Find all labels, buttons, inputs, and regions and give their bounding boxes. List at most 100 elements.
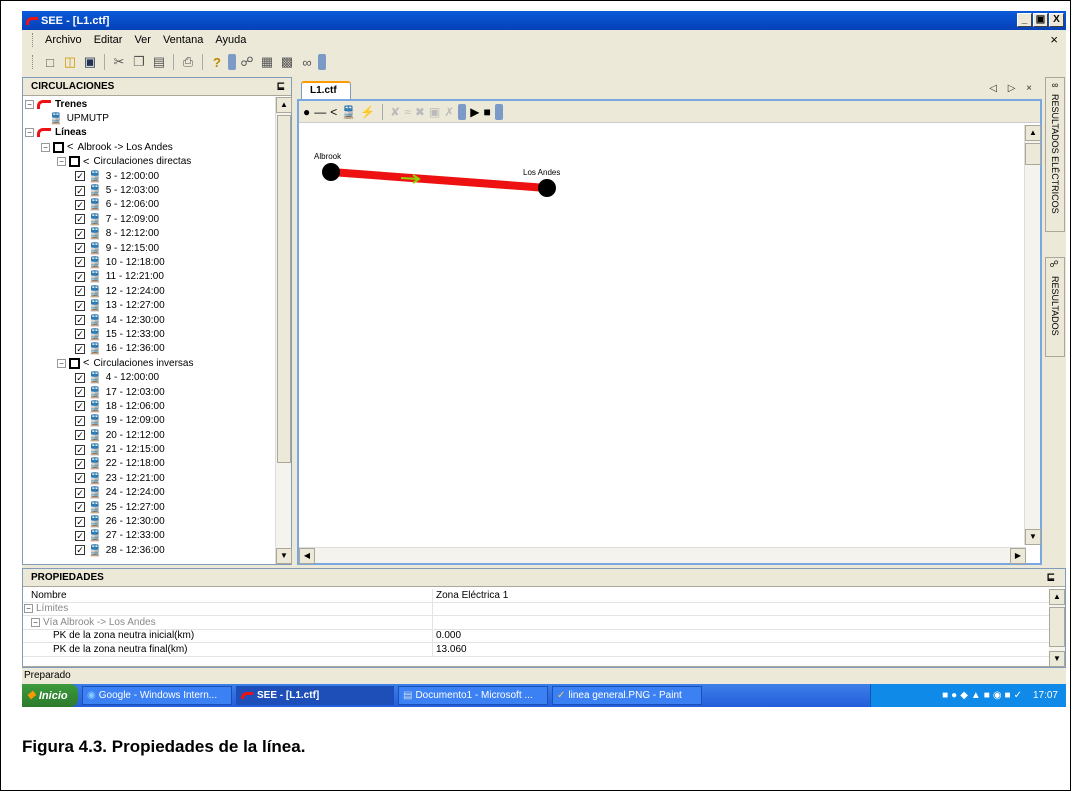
pin-icon[interactable]: ⊑ xyxy=(1047,572,1055,583)
tab-resultados[interactable]: ☍ RESULTADOS xyxy=(1045,257,1065,357)
circulation-item[interactable]: ✓ 🚆 12 - 12:24:00 xyxy=(23,284,275,298)
tree-node-upmutp[interactable]: 🚆 UPMUTP xyxy=(23,111,275,125)
task-see[interactable]: SEE - [L1.ctf] xyxy=(236,686,394,705)
circulation-item[interactable]: ✓ 🚆 9 - 12:15:00 xyxy=(23,241,275,255)
scroll-down-icon[interactable]: ▼ xyxy=(276,548,292,564)
circulation-item[interactable]: ✓ 🚆 18 - 12:06:00 xyxy=(23,399,275,413)
checkbox-checked-icon[interactable]: ✓ xyxy=(75,185,85,196)
copy-icon[interactable]: ❐ xyxy=(130,53,148,71)
segment-icon[interactable]: — xyxy=(314,105,326,119)
tab-l1-ctf[interactable]: L1.ctf xyxy=(301,81,351,99)
circulation-item[interactable]: ✓ 🚆 4 - 12:00:00 xyxy=(23,370,275,384)
circulation-item[interactable]: ✓ 🚆 19 - 12:09:00 xyxy=(23,414,275,428)
menu-archivo[interactable]: Archivo xyxy=(39,34,88,46)
checkbox-checked-icon[interactable]: ✓ xyxy=(75,257,85,268)
property-value[interactable]: 13.060 xyxy=(433,643,1049,656)
tab-resultados-electricos[interactable]: ∞ RESULTADOS ELÉCTRICOS xyxy=(1045,77,1065,232)
circulation-item[interactable]: ✓ 🚆 17 - 12:03:00 xyxy=(23,385,275,399)
collapse-icon[interactable]: − xyxy=(25,128,34,138)
tool-disabled-5-icon[interactable]: ✗ xyxy=(444,105,454,119)
scroll-thumb[interactable] xyxy=(1025,143,1041,165)
connect-icon[interactable]: ☍ xyxy=(238,53,256,71)
tree-scrollbar[interactable]: ▲ ▼ xyxy=(275,97,292,564)
circulation-item[interactable]: ✓ 🚆 22 - 12:18:00 xyxy=(23,457,275,471)
directas-checkbox[interactable] xyxy=(69,156,80,168)
property-row[interactable]: − Límites xyxy=(23,602,1049,616)
play-icon[interactable]: ▶ xyxy=(470,105,479,119)
branch-icon[interactable]: < xyxy=(330,105,337,119)
circulation-item[interactable]: ✓ 🚆 28 - 12:36:00 xyxy=(23,543,275,557)
tree-node-trenes[interactable]: − Trenes xyxy=(23,97,275,111)
station-icon[interactable]: ● xyxy=(303,105,310,119)
menu-editar[interactable]: Editar xyxy=(88,34,129,46)
checkbox-checked-icon[interactable]: ✓ xyxy=(75,171,85,182)
checkbox-checked-icon[interactable]: ✓ xyxy=(75,545,85,556)
cut-icon[interactable]: ✂ xyxy=(110,53,128,71)
toolbar-dropdown[interactable] xyxy=(494,103,503,120)
link-icon[interactable]: ∞ xyxy=(298,53,316,71)
property-row[interactable]: PK de la zona neutra inicial(km) 0.000 xyxy=(23,629,1049,643)
tool-disabled-2-icon[interactable]: ≈ xyxy=(404,105,411,119)
collapse-icon[interactable]: − xyxy=(25,99,34,109)
menu-ayuda[interactable]: Ayuda xyxy=(209,34,252,46)
checkbox-checked-icon[interactable]: ✓ xyxy=(75,530,85,541)
collapse-icon[interactable]: − xyxy=(57,157,66,167)
close-button[interactable]: X xyxy=(1049,13,1064,27)
circulation-item[interactable]: ✓ 🚆 5 - 12:03:00 xyxy=(23,183,275,197)
toolbar-dropdown[interactable] xyxy=(318,54,326,70)
checkbox-checked-icon[interactable]: ✓ xyxy=(75,199,85,210)
station-albrook[interactable] xyxy=(322,163,340,181)
checkbox-checked-icon[interactable]: ✓ xyxy=(75,430,85,441)
scroll-thumb[interactable] xyxy=(277,115,291,463)
tool-disabled-3-icon[interactable]: ✖ xyxy=(415,105,425,119)
save-icon[interactable]: ▣ xyxy=(81,53,99,71)
checkbox-checked-icon[interactable]: ✓ xyxy=(75,372,85,383)
route-checkbox[interactable] xyxy=(53,141,64,153)
checkbox-checked-icon[interactable]: ✓ xyxy=(75,214,85,225)
settings-icon[interactable]: ▩ xyxy=(278,53,296,71)
paste-icon[interactable]: ▤ xyxy=(150,53,168,71)
menu-ventana[interactable]: Ventana xyxy=(157,34,209,46)
maximize-button[interactable]: ▣ xyxy=(1033,13,1048,27)
checkbox-checked-icon[interactable]: ✓ xyxy=(75,286,85,297)
mdi-close-button[interactable]: × xyxy=(1050,32,1058,47)
start-button[interactable]: ❖ Inicio xyxy=(22,684,78,707)
circulation-item[interactable]: ✓ 🚆 20 - 12:12:00 xyxy=(23,428,275,442)
checkbox-checked-icon[interactable]: ✓ xyxy=(75,458,85,469)
map-hscrollbar[interactable]: ◀ ▶ xyxy=(299,547,1026,564)
property-value[interactable] xyxy=(433,603,1049,616)
pin-icon[interactable]: ⊑ xyxy=(277,81,285,92)
checkbox-checked-icon[interactable]: ✓ xyxy=(75,228,85,239)
track-line[interactable] xyxy=(330,168,548,192)
print-icon[interactable]: ⎙ xyxy=(179,53,197,71)
new-file-icon[interactable]: □ xyxy=(41,53,59,71)
circulation-item[interactable]: ✓ 🚆 15 - 12:33:00 xyxy=(23,327,275,341)
scroll-right-icon[interactable]: ▶ xyxy=(1010,548,1026,564)
map-canvas[interactable]: Albrook Los Andes xyxy=(301,125,1019,544)
task-word[interactable]: ▤ Documento1 - Microsoft ... xyxy=(398,686,548,705)
minimize-button[interactable]: _ xyxy=(1017,13,1032,27)
checkbox-checked-icon[interactable]: ✓ xyxy=(75,473,85,484)
checkbox-checked-icon[interactable]: ✓ xyxy=(75,502,85,513)
collapse-icon[interactable]: − xyxy=(31,617,40,627)
scroll-down-icon[interactable]: ▼ xyxy=(1025,529,1041,545)
open-folder-icon[interactable]: ◫ xyxy=(61,53,79,71)
tool-disabled-1-icon[interactable]: ✘ xyxy=(390,105,400,119)
circulation-item[interactable]: ✓ 🚆 8 - 12:12:00 xyxy=(23,227,275,241)
property-value[interactable]: 0.000 xyxy=(433,630,1049,643)
property-value[interactable]: Zona Eléctrica 1 xyxy=(433,589,1049,602)
menu-ver[interactable]: Ver xyxy=(128,34,157,46)
stop-icon[interactable]: ■ xyxy=(484,105,491,119)
scroll-left-icon[interactable]: ◀ xyxy=(299,548,315,564)
property-row[interactable]: Nombre Zona Eléctrica 1 xyxy=(23,589,1049,603)
checkbox-checked-icon[interactable]: ✓ xyxy=(75,329,85,340)
circulation-item[interactable]: ✓ 🚆 26 - 12:30:00 xyxy=(23,514,275,528)
circulation-item[interactable]: ✓ 🚆 13 - 12:27:00 xyxy=(23,298,275,312)
task-paint[interactable]: ✓ linea general.PNG - Paint xyxy=(552,686,702,705)
map-vscrollbar[interactable]: ▲ ▼ xyxy=(1024,125,1041,545)
tab-navigation[interactable]: ◁ ▷ × xyxy=(989,83,1036,94)
lightning-icon[interactable]: ⚡ xyxy=(360,105,375,119)
checkbox-checked-icon[interactable]: ✓ xyxy=(75,243,85,254)
checkbox-checked-icon[interactable]: ✓ xyxy=(75,271,85,282)
scroll-up-icon[interactable]: ▲ xyxy=(1025,125,1041,141)
